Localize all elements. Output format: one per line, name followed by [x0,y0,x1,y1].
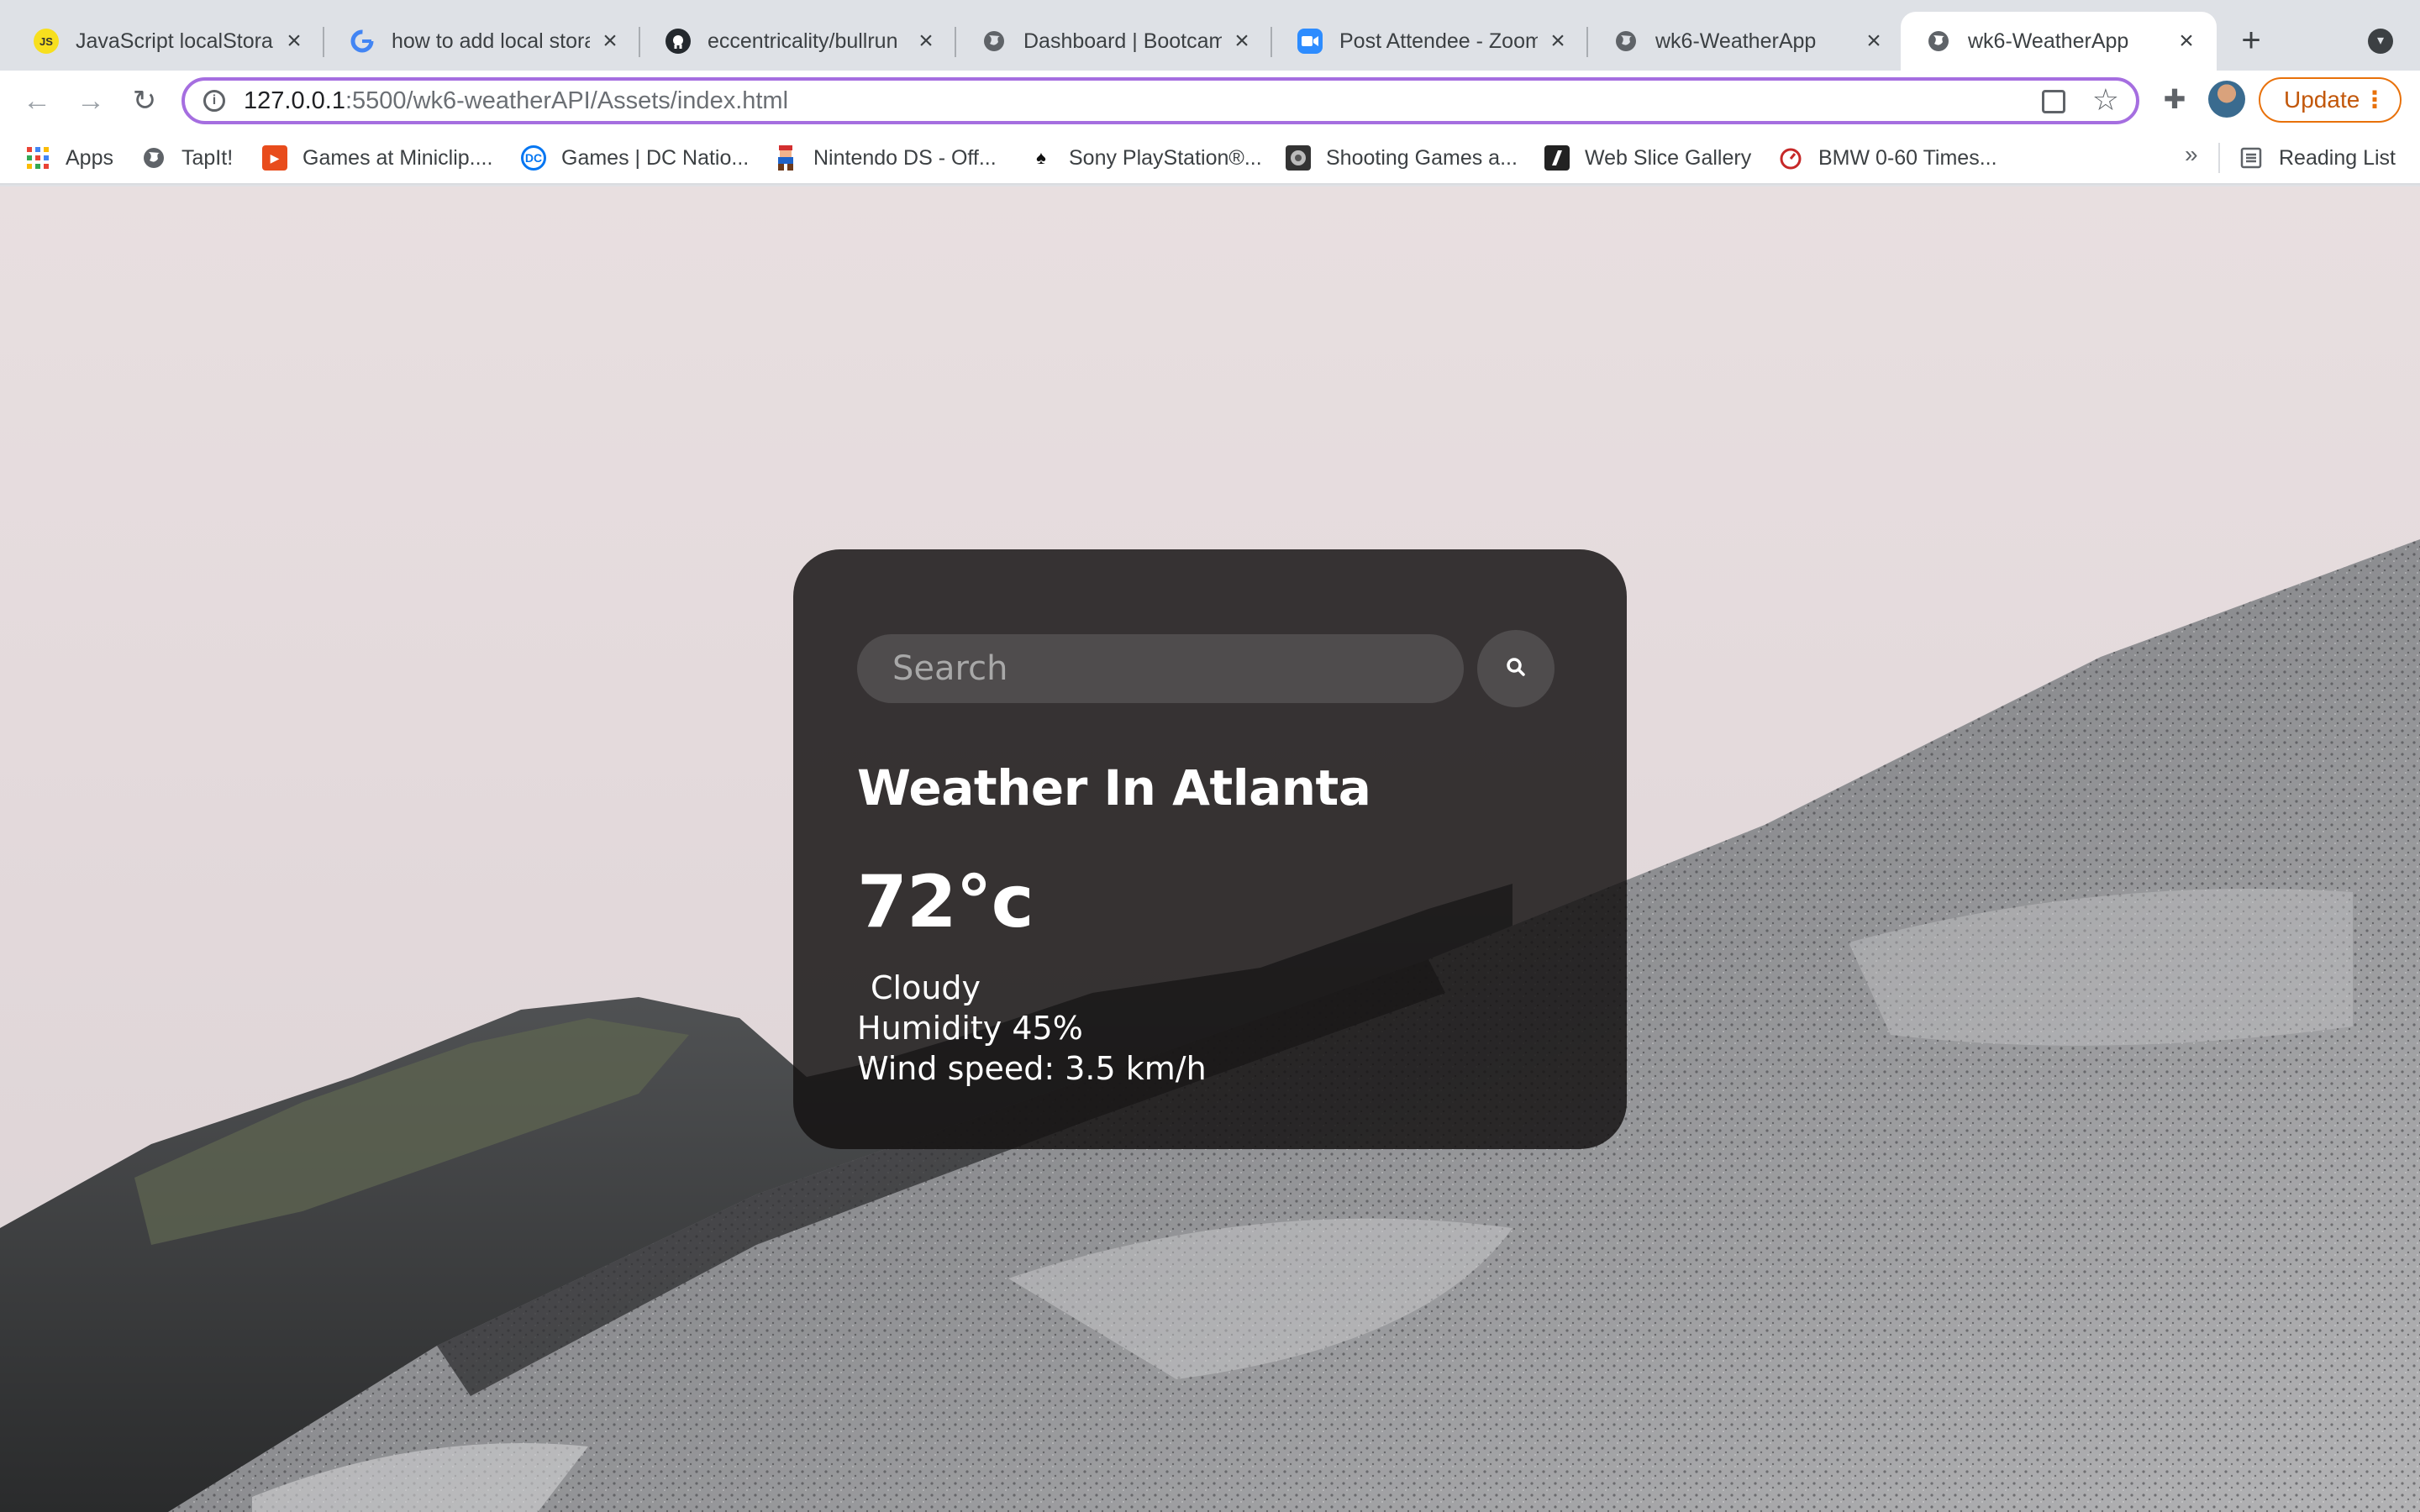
bookmarks-divider [2218,143,2220,173]
zoom-icon [1297,29,1323,54]
weather-card: Weather In Atlanta 72°c Cloudy Humidity … [793,549,1627,1149]
tab-title: JavaScript localStorage [76,29,274,53]
github-icon [666,29,691,54]
description-text: Cloudy [871,969,981,1006]
google-icon [350,29,375,54]
tab-title: Dashboard | Bootcamp [1023,29,1222,53]
bookmark-sony-playstation[interactable]: ♠ Sony PlayStation®... [1028,143,1262,173]
bookmark-dc-nation[interactable]: DC Games | DC Natio... [521,143,749,173]
wind-speed: Wind speed: 3.5 km/h [857,1050,1207,1087]
shooting-icon [1286,145,1311,171]
update-button[interactable]: Update ⋮ [2259,77,2402,123]
extensions-puzzle-icon[interactable]: ✚ [2158,82,2191,116]
apps-grid-icon [25,145,50,171]
globe-icon [1613,29,1639,54]
bookmark-label: Shooting Games a... [1326,145,1518,170]
humidity: Humidity 45% [857,1010,1083,1047]
js-icon: JS [34,29,59,54]
bookmark-web-slice-gallery[interactable]: Web Slice Gallery [1544,143,1751,173]
globe-icon [1926,29,1951,54]
reading-list-button[interactable]: Reading List [2238,143,2396,173]
globe-icon [981,29,1007,54]
address-path: :5500/wk6-weatherAPI/Assets/index.html [345,87,789,114]
bookmark-apps[interactable]: Apps [25,143,113,173]
close-icon[interactable]: × [914,29,938,54]
tab-wk6-weatherapp[interactable]: wk6-WeatherApp × [1588,12,1904,71]
miniclip-icon: ▶ [262,145,287,171]
tab-post-attendee-zoom[interactable]: Post Attendee - Zoom × [1272,12,1588,71]
bookmark-label: Games at Miniclip.... [302,145,493,170]
new-tab-button[interactable]: + [2232,22,2270,60]
bookmark-label: Web Slice Gallery [1585,145,1752,170]
update-label: Update [2284,87,2360,113]
search-icon [1505,656,1527,681]
tab-title: how to add local storage [392,29,590,53]
tab-wk6-weatherapp-active[interactable]: wk6-WeatherApp × [1901,12,2217,71]
tab-eccentricality-bullrun[interactable]: eccentricality/bullrun × [640,12,956,71]
weather-icon [857,972,871,1004]
tab-title: eccentricality/bullrun [708,29,898,53]
close-icon[interactable]: × [2175,29,2198,54]
reading-list-icon [2238,145,2264,171]
bookmark-bmw-times[interactable]: BMW 0-60 Times... [1778,143,1997,173]
reload-icon[interactable]: ↻ [126,82,163,119]
close-icon[interactable]: × [282,29,306,54]
search-input[interactable] [857,634,1464,703]
tab-title: Post Attendee - Zoom [1339,29,1538,53]
tab-dashboard-bootcamp[interactable]: Dashboard | Bootcamp × [956,12,1272,71]
weather-description: Cloudy [857,969,981,1006]
webslice-icon [1544,145,1570,171]
dc-icon: DC [521,145,546,171]
close-icon[interactable]: × [1862,29,1886,54]
address-bar[interactable]: i 127.0.0.1:5500/wk6-weatherAPI/Assets/i… [182,77,2139,124]
address-url[interactable]: 127.0.0.1:5500/wk6-weatherAPI/Assets/ind… [244,87,788,115]
site-info-icon[interactable]: i [203,90,225,112]
bookmark-label: Nintendo DS - Off... [813,145,997,170]
globe-icon [141,145,166,171]
temperature: 72°c [857,860,1034,944]
bookmark-miniclip[interactable]: ▶ Games at Miniclip.... [262,143,492,173]
bookmark-star-icon[interactable]: ☆ [2092,82,2119,118]
page-viewport: Weather In Atlanta 72°c Cloudy Humidity … [0,186,2420,1512]
mario-icon [773,145,798,171]
stopwatch-icon [1778,145,1803,171]
tab-title: wk6-WeatherApp [1655,29,1817,53]
city-heading: Weather In Atlanta [857,759,1371,816]
address-host: 127.0.0.1 [244,87,345,114]
tab-javascript-localstorage[interactable]: JS JavaScript localStorage × [8,12,324,71]
bookmark-nintendo-ds[interactable]: Nintendo DS - Off... [773,143,997,173]
kebab-menu-icon[interactable]: ⋮ [2363,86,2386,114]
back-arrow-icon[interactable]: ← [18,82,55,119]
close-icon[interactable]: × [1230,29,1254,54]
reading-list-label: Reading List [2279,145,2396,170]
bookmark-label: Sony PlayStation®... [1069,145,1262,170]
profile-avatar[interactable] [2208,81,2245,118]
qr-code-icon[interactable] [2042,90,2065,113]
bookmark-label: Apps [66,145,113,170]
close-icon[interactable]: × [1546,29,1570,54]
bookmark-shooting-games[interactable]: Shooting Games a... [1286,143,1518,173]
playstation-icon: ♠ [1036,147,1046,168]
bookmark-label: TapIt! [182,145,234,170]
tab-title: wk6-WeatherApp [1968,29,2129,53]
close-icon[interactable]: × [598,29,622,54]
search-row [857,630,1555,707]
tab-search-icon[interactable]: ▾ [2368,29,2393,54]
search-button[interactable] [1477,630,1555,707]
bookmarks-overflow-button[interactable]: » [2185,141,2198,168]
bookmarks-bar: Apps TapIt! ▶ Games at Miniclip.... DC G… [0,131,2420,185]
tab-how-to-add-local-storage[interactable]: how to add local storage × [324,12,640,71]
tab-strip: JS JavaScript localStorage × how to add … [0,0,2420,71]
bookmark-label: Games | DC Natio... [561,145,750,170]
bookmark-tapit[interactable]: TapIt! [141,143,233,173]
forward-arrow-icon[interactable]: → [72,82,109,119]
bookmark-label: BMW 0-60 Times... [1818,145,1997,170]
